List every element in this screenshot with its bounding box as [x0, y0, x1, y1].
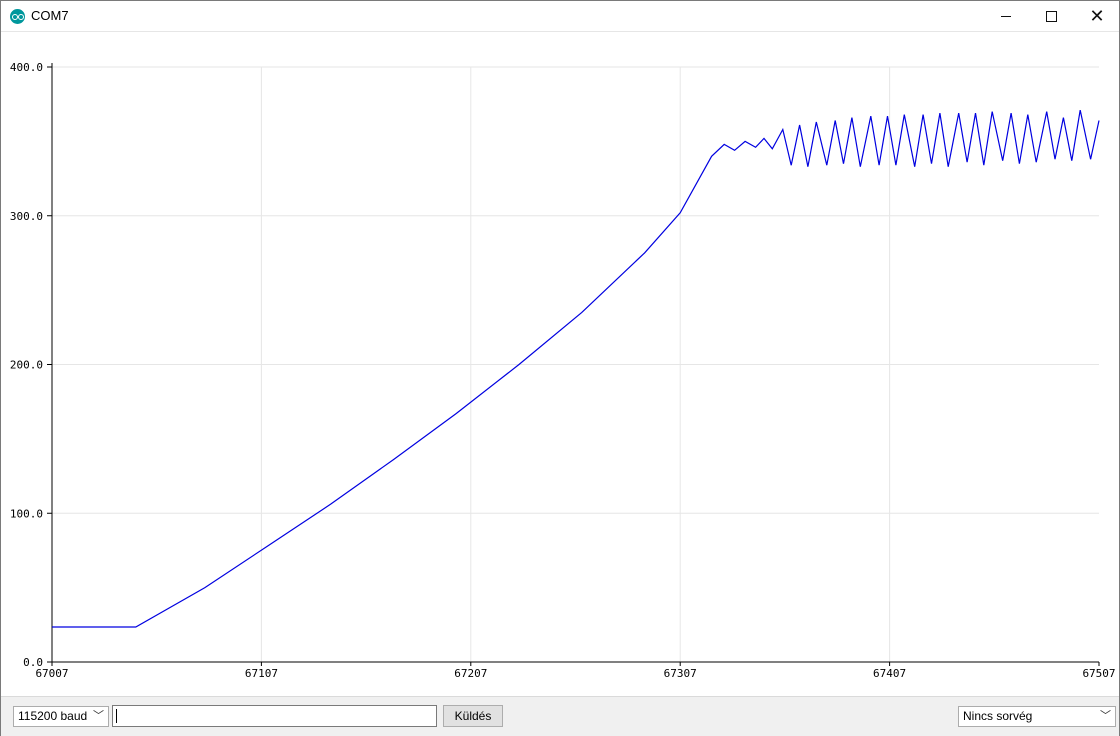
x-axis-ticks: 67007 67107 67207 67307 67407 67507: [35, 662, 1116, 680]
minimize-icon: [1001, 15, 1011, 17]
plot-axes: [51, 63, 1099, 663]
x-tick-label: 67407: [873, 667, 906, 680]
data-series-line: [52, 109, 1100, 628]
plot-area: 0.0 100.0 200.0 300.0 400.0 67007 67107 67207 6…: [1, 32, 1119, 696]
x-tick-label: 67307: [664, 667, 697, 680]
close-button[interactable]: ✕: [1074, 1, 1120, 31]
title-bar[interactable]: COM7 ✕: [1, 1, 1119, 32]
y-tick-label: 400.0: [10, 61, 43, 74]
y-tick-label: 100.0: [10, 507, 43, 520]
maximize-button[interactable]: [1028, 1, 1074, 31]
x-tick-label: 67507: [1082, 667, 1115, 680]
bottom-toolbar: 115200 baud ﹀ Küldés Nincs sorvég ﹀: [1, 696, 1119, 736]
baud-rate-value: 115200 baud: [18, 709, 88, 723]
line-ending-select[interactable]: Nincs sorvég ﹀: [958, 706, 1116, 727]
arduino-logo-icon: [10, 9, 25, 24]
x-tick-label: 67107: [245, 667, 278, 680]
chevron-down-icon: ﹀: [1100, 710, 1111, 722]
close-icon: ✕: [1089, 6, 1105, 26]
baud-rate-select[interactable]: 115200 baud ﹀: [13, 706, 109, 727]
window-title: COM7: [31, 8, 69, 23]
line-ending-value: Nincs sorvég: [963, 709, 1033, 723]
plot-grid: [52, 66, 1099, 662]
minimize-button[interactable]: [983, 1, 1029, 31]
text-caret: [116, 709, 117, 723]
y-tick-label: 200.0: [10, 359, 43, 372]
x-tick-label: 67207: [454, 667, 487, 680]
y-axis-ticks: 0.0100.0200.0300.0400.0: [10, 61, 52, 669]
x-tick-label: 67007: [35, 667, 68, 680]
maximize-icon: [1045, 10, 1057, 22]
chevron-down-icon: ﹀: [93, 710, 104, 722]
y-tick-label: 300.0: [10, 210, 43, 223]
message-input[interactable]: [112, 705, 437, 727]
send-button[interactable]: Küldés: [443, 705, 503, 727]
serial-plotter-window: COM7 ✕ 0.0 100.0 200.0 300.0 400.0 67007 6710…: [0, 0, 1120, 736]
serial-plot: 0.0100.0200.0300.0400.0 67007 67107 67207 6…: [10, 61, 1116, 680]
